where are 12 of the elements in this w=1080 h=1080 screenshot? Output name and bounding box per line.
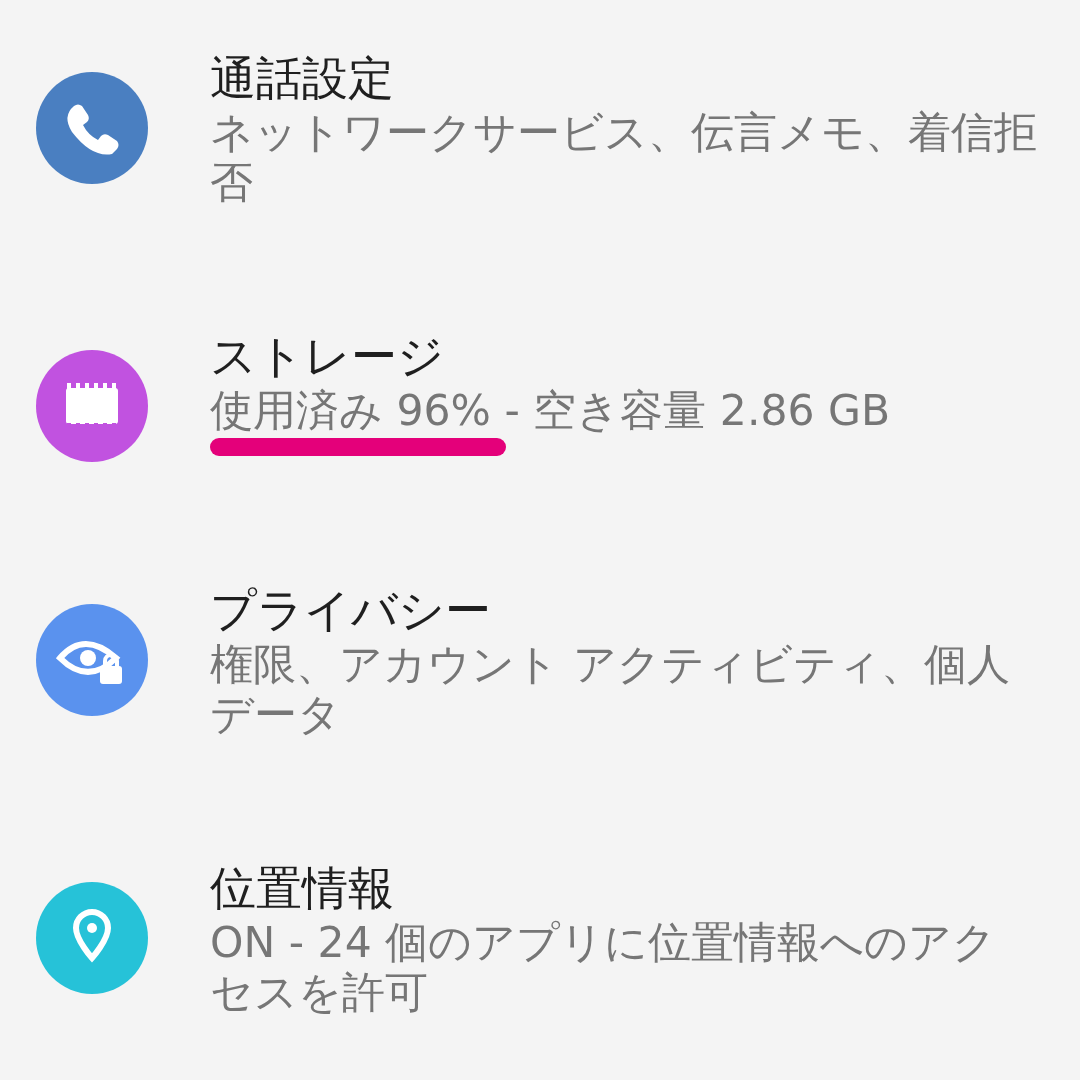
settings-item[interactable]: プライバシー 権限、アカウント アクティビティ、個人データ <box>0 580 1080 740</box>
settings-item[interactable]: ストレージ 使用済み 96% - 空き容量 2.86 GB <box>0 326 1080 462</box>
item-summary: ネットワークサービス、伝言メモ、着信拒否 <box>210 108 1038 208</box>
settings-item[interactable]: 位置情報 ON - 24 個のアプリに位置情報へのアクセスを許可 <box>0 858 1080 1018</box>
item-summary: ON - 24 個のアプリに位置情報へのアクセスを許可 <box>210 918 998 1018</box>
item-title: 通話設定 <box>210 50 395 107</box>
item-summary: 権限、アカウント アクティビティ、個人データ <box>210 640 1011 740</box>
item-title: ストレージ <box>210 328 445 385</box>
item-title: プライバシー <box>210 582 492 639</box>
settings-item[interactable]: 通話設定 ネットワークサービス、伝言メモ、着信拒否 <box>0 48 1080 208</box>
item-summary: 使用済み 96% - 空き容量 2.86 GB <box>210 386 892 436</box>
item-title: 位置情報 <box>210 860 395 917</box>
